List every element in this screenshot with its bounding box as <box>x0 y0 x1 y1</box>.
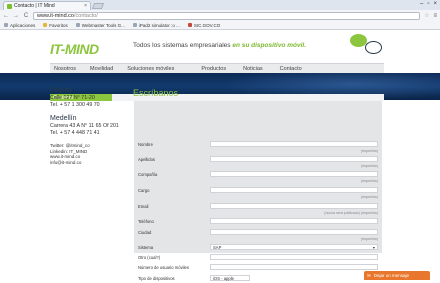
page-icon <box>132 23 137 27</box>
required-note: (requerido) <box>360 149 378 153</box>
label-telefono: Teléfono <box>138 219 154 224</box>
otro-field[interactable] <box>210 254 378 260</box>
nav-noticias[interactable]: Noticias <box>240 66 277 72</box>
contact-sidebar: Bogotá Calle 127 N° 71-20 Tel. + 57 1 30… <box>50 87 130 165</box>
sistema-value: SAP <box>213 244 222 250</box>
office-address: Calle 127 N° 71-20 <box>50 95 95 101</box>
bookmark-sic[interactable]: SIC.GOV.CO <box>187 22 221 28</box>
url-host: www.it-mind.co <box>37 12 74 19</box>
window-controls: – ▫ × <box>420 1 437 7</box>
ciudad-field[interactable] <box>210 229 378 235</box>
bookmarks-bar: Aplicaciones Favoritos Webmaster Tools G… <box>0 21 440 30</box>
browser-tab[interactable]: Contacto | IT Mind × <box>3 1 91 10</box>
nav-soluciones[interactable]: Soluciones móviles <box>124 66 198 72</box>
folder-icon <box>43 23 48 27</box>
envelope-icon: ✉ <box>367 272 371 278</box>
main-nav: Nosotros Movilidad Soluciones móviles Pr… <box>50 63 384 73</box>
label-apellidos: Apellidos <box>138 157 155 162</box>
url-path: /contacto/ <box>73 12 98 19</box>
nav-productos[interactable]: Productos <box>198 66 240 72</box>
tab-title: Contacto | IT Mind <box>14 3 55 9</box>
tagline-emphasis: en su dispositivo móvil. <box>232 42 307 49</box>
office-city: Medellín <box>50 115 77 122</box>
label-sistema: Sistema <box>138 245 154 250</box>
email-link[interactable]: info@it-mind.co <box>50 160 130 166</box>
bookmark-apps[interactable]: Aplicaciones <box>4 23 35 28</box>
dispositivos-value: iOS - apple <box>213 275 234 281</box>
page-icon <box>75 23 80 27</box>
nav-movilidad[interactable]: Movilidad <box>87 66 124 72</box>
new-tab-button[interactable] <box>91 3 105 9</box>
email-hint: (nunca será publicado) (requerido) <box>324 211 378 215</box>
label-usuarios: Número de usuario móviles <box>138 265 189 270</box>
bookmark-star-icon[interactable]: ☆ <box>424 12 429 19</box>
close-window-button[interactable]: × <box>433 1 437 7</box>
tagline-prefix: Todos los sistemas empresariales <box>133 42 231 49</box>
compania-field[interactable] <box>210 171 378 177</box>
page-icon <box>187 23 192 27</box>
close-tab-icon[interactable]: × <box>84 3 87 9</box>
maximize-button[interactable]: ▫ <box>427 1 429 7</box>
apps-icon <box>4 23 8 27</box>
site-logo[interactable]: IT-MIND <box>50 41 99 57</box>
forward-button[interactable]: → <box>13 13 19 19</box>
chat-label: Dejar un mensaje <box>373 273 410 278</box>
office-address: Carrera 43 A N° 11 65 Of 201 <box>50 123 119 129</box>
browser-tabstrip: Contacto | IT Mind × – ▫ × <box>0 0 440 10</box>
chevron-down-icon: ▾ <box>372 244 375 250</box>
usuarios-field[interactable] <box>210 264 378 270</box>
label-cargo: Cargo <box>138 188 150 193</box>
office-phone: Tel. + 57 1 300 49 70 <box>50 102 100 108</box>
required-note: (requerido) <box>360 195 378 199</box>
bookmark-favoritos[interactable]: Favoritos <box>43 23 68 28</box>
menu-icon[interactable]: ≡ <box>433 13 437 19</box>
label-dispositivos: Tipo de dispositivos <box>138 276 175 281</box>
bookmark-label: iPad2 simulator :o ... <box>138 22 180 28</box>
bookmark-label: Webmaster Tools G... <box>81 22 125 28</box>
telefono-field[interactable] <box>210 218 378 224</box>
cargo-field[interactable] <box>210 187 378 193</box>
label-ciudad: Ciudad <box>138 230 152 235</box>
required-note: (requerido) <box>360 164 378 168</box>
bookmark-label: SIC.GOV.CO <box>193 22 221 28</box>
label-nombre: Nombre <box>138 142 153 147</box>
chat-bubble-outline-icon <box>365 41 382 54</box>
dispositivos-select[interactable]: iOS - apple <box>210 275 250 281</box>
office-phone: Tel. + 57 4 448 71 41 <box>50 130 100 136</box>
nav-nosotros[interactable]: Nosotros <box>50 66 87 72</box>
nav-contacto[interactable]: Contacto <box>277 66 313 72</box>
label-compania: Compañía <box>138 172 158 177</box>
address-bar[interactable]: www.it-mind.co/contacto/ <box>33 11 421 20</box>
bookmark-webmaster[interactable]: Webmaster Tools G... <box>75 22 125 28</box>
required-note: (requerido) <box>360 179 378 183</box>
required-note: (requerido) <box>360 237 378 241</box>
bookmark-label: Favoritos <box>49 22 68 28</box>
label-email: Email <box>138 204 149 209</box>
office-city: Bogotá <box>50 87 73 94</box>
leave-message-button[interactable]: ✉ Dejar un mensaje <box>364 271 430 280</box>
reload-button[interactable]: C <box>23 13 29 19</box>
back-button[interactable]: ← <box>3 13 9 19</box>
minimize-button[interactable]: – <box>420 1 423 7</box>
apellidos-field[interactable] <box>210 156 378 162</box>
email-field[interactable] <box>210 203 378 209</box>
favicon-icon <box>7 3 12 9</box>
form-title: Escríbanos <box>133 88 179 98</box>
browser-toolbar: ← → C www.it-mind.co/contacto/ ☆ ≡ <box>0 10 440 21</box>
label-otro: Otro (cual?) <box>138 255 161 260</box>
sistema-select[interactable]: SAP ▾ <box>210 244 378 250</box>
bookmark-label: Aplicaciones <box>10 22 36 28</box>
nombre-field[interactable] <box>210 141 378 147</box>
bookmark-ipad[interactable]: iPad2 simulator :o ... <box>132 22 180 28</box>
site-tagline: Todos los sistemas empresariales en su d… <box>133 42 306 49</box>
